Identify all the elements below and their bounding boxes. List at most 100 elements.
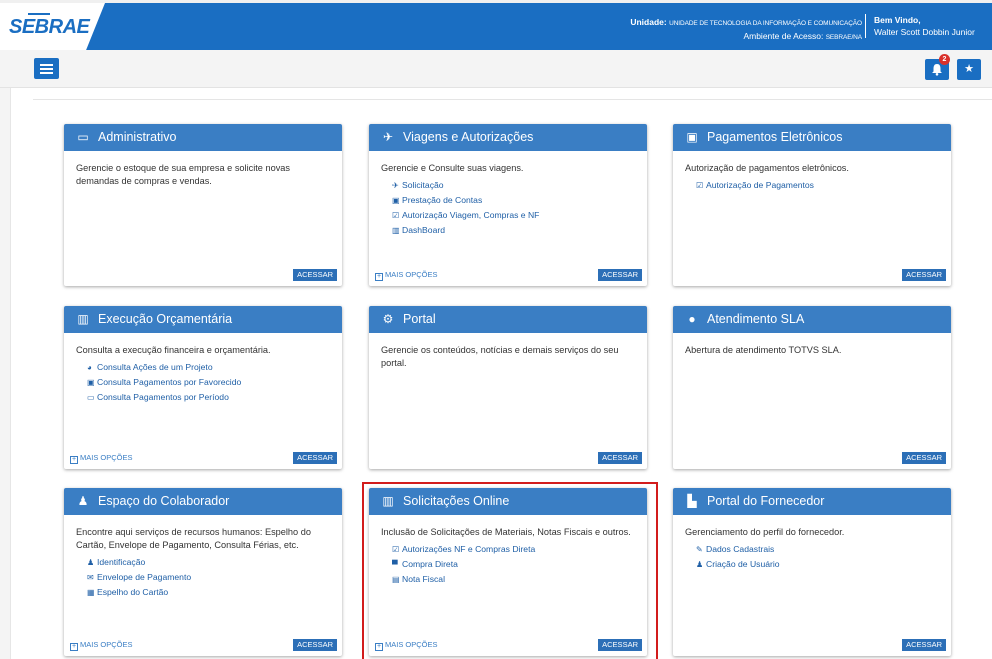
unit-info: Unidade: UNIDADE DE TECNOLOGIA DA INFORM… [630,16,862,44]
card-header[interactable]: ▥ Execução Orçamentária [64,306,342,333]
selection-highlight [362,482,658,659]
plus-square-icon: + [375,273,383,281]
card-link-label: Identificação [97,557,146,567]
card-link-label: Consulta Ações de um Projeto [97,362,213,372]
card-header[interactable]: ▣ Pagamentos Eletrônicos [673,124,951,151]
card-description: Encontre aqui serviços de recursos human… [76,527,311,550]
module-card: ▙ Portal do Fornecedor Gerenciamento do pe… [673,488,951,656]
card-links: ♟ Identificação ✉ Envelope de Pagamento ▦ Esp… [64,552,342,600]
favorites-button[interactable]: ★ [957,59,981,80]
check-square-icon: ☑ [392,211,400,220]
card-description: Gerencie os conteúdos, notícias e demais… [381,345,619,368]
calendar-icon: ▭ [77,130,89,144]
card-link-label: Consulta Pagamentos por Período [97,392,229,402]
card-title: Espaço do Colaborador [98,494,230,508]
card-link-label: Autorização Viagem, Compras e NF [402,210,540,220]
card-link-label: Autorização de Pagamentos [706,180,814,190]
more-options-link[interactable]: + MAIS OPÇÕES [70,452,133,464]
card-link-label: Consulta Pagamentos por Favorecido [97,377,242,387]
header-top-strip [0,0,992,3]
module-card: ♟ Espaço do Colaborador Encontre aqui serv… [64,488,342,656]
card-link-label: Envelope de Pagamento [97,572,192,582]
card-link[interactable]: ▥ DashBoard [392,223,647,238]
card-description: Gerencie o estoque de sua empresa e soli… [76,163,290,186]
env-label: Ambiente de Acesso: [743,31,824,41]
plane-icon: ✈ [382,130,394,144]
plus-square-icon: + [70,456,78,464]
access-button[interactable]: ACESSAR [293,269,337,281]
card-header[interactable]: ▭ Administrativo [64,124,342,151]
card-link[interactable]: ✈ Solicitação [392,178,647,193]
notifications-button[interactable]: 2 [925,54,950,80]
more-options-link[interactable]: + MAIS OPÇÕES [70,639,133,651]
module-card: ▭ Administrativo Gerencie o estoque de sua… [64,124,342,286]
card-header[interactable]: ⚙ Portal [369,306,647,333]
welcome-label: Bem Vindo, [874,15,921,25]
card-description: Consulta a execução financeira e orçamen… [76,345,271,355]
menu-line-icon [40,72,53,74]
comments-icon: ● [688,312,696,326]
card-link[interactable]: ▭ Consulta Pagamentos por Período [87,390,342,405]
card-title: Atendimento SLA [707,312,805,326]
more-options-link[interactable]: + MAIS OPÇÕES [375,269,438,281]
unit-label: Unidade: [630,17,667,27]
card-link[interactable]: ✎ Dados Cadastrais [696,542,951,557]
unit-value: UNIDADE DE TECNOLOGIA DA INFORMAÇÃO E CO… [669,20,862,27]
plus-square-icon: + [70,643,78,651]
hamburger-menu-button[interactable] [34,58,59,79]
card-title: Portal [403,312,436,326]
card-description: Autorização de pagamentos eletrônicos. [685,163,849,173]
card-description: Gerencie e Consulte suas viagens. [381,163,524,173]
card-links: ✎ Dados Cadastrais ♟ Criação de Usuário [673,539,951,572]
card-link[interactable]: ▣ Consulta Pagamentos por Favorecido [87,375,342,390]
card-link[interactable]: ◕ Consulta Ações de um Projeto [87,360,342,375]
card-links: ✈ Solicitação ▣ Prestação de Contas ☑ Autoriz… [369,175,647,238]
card-link[interactable]: ☑ Autorização de Pagamentos [696,178,951,193]
card-link-label: Prestação de Contas [402,195,483,205]
notification-badge: 2 [939,54,950,65]
module-card: ▥ Execução Orçamentária Consulta a execuçã… [64,306,342,469]
card-link[interactable]: ✉ Envelope de Pagamento [87,570,342,585]
access-button[interactable]: ACESSAR [293,452,337,464]
access-button[interactable]: ACESSAR [293,639,337,651]
access-button[interactable]: ACESSAR [598,452,642,464]
card-link-label: Espelho do Cartão [97,587,169,597]
card-header[interactable]: ♟ Espaço do Colaborador [64,488,342,515]
more-options-label: MAIS OPÇÕES [80,453,133,462]
card-title: Administrativo [98,130,177,144]
toolbar: 2 ★ [0,50,992,88]
access-button[interactable]: ACESSAR [902,452,946,464]
welcome-user[interactable]: Bem Vindo, Walter Scott Dobbin Junior [865,14,975,38]
card-link[interactable]: ☑ Autorização Viagem, Compras e NF [392,208,647,223]
access-button[interactable]: ACESSAR [902,639,946,651]
card-link-label: Solicitação [402,180,444,190]
money-icon: ▣ [392,196,400,205]
card-link[interactable]: ▣ Prestação de Contas [392,193,647,208]
industry-icon: ▙ [687,494,697,508]
card-title: Viagens e Autorizações [403,130,534,144]
access-button[interactable]: ACESSAR [598,269,642,281]
user-icon: ♟ [696,560,704,569]
card-link[interactable]: ♟ Criação de Usuário [696,557,951,572]
module-card: ● Atendimento SLA Abertura de atendimento … [673,306,951,469]
sebrae-logo[interactable]: SEBRAE [0,3,105,50]
card-link-label: Dados Cadastrais [706,544,775,554]
access-button[interactable]: ACESSAR [902,269,946,281]
card-header[interactable]: ✈ Viagens e Autorizações [369,124,647,151]
card-link[interactable]: ♟ Identificação [87,555,342,570]
card-header[interactable]: ● Atendimento SLA [673,306,951,333]
card-links: ◕ Consulta Ações de um Projeto ▣ Consulta P… [64,357,342,405]
users-icon: ♟ [77,494,89,508]
logo-text: SEBRAE [9,16,90,38]
top-header: SEBRAE Unidade: UNIDADE DE TECNOLOGIA DA… [0,0,992,50]
more-options-label: MAIS OPÇÕES [80,640,133,649]
bar-chart-icon: ▥ [77,312,89,326]
card-header[interactable]: ▙ Portal do Fornecedor [673,488,951,515]
card-links: ☑ Autorização de Pagamentos [673,175,951,193]
card-title: Pagamentos Eletrônicos [707,130,843,144]
card-title: Portal do Fornecedor [707,494,825,508]
bar-chart-icon: ▥ [392,226,400,235]
star-icon: ★ [964,63,974,75]
content-divider [33,99,992,100]
card-link[interactable]: ▦ Espelho do Cartão [87,585,342,600]
